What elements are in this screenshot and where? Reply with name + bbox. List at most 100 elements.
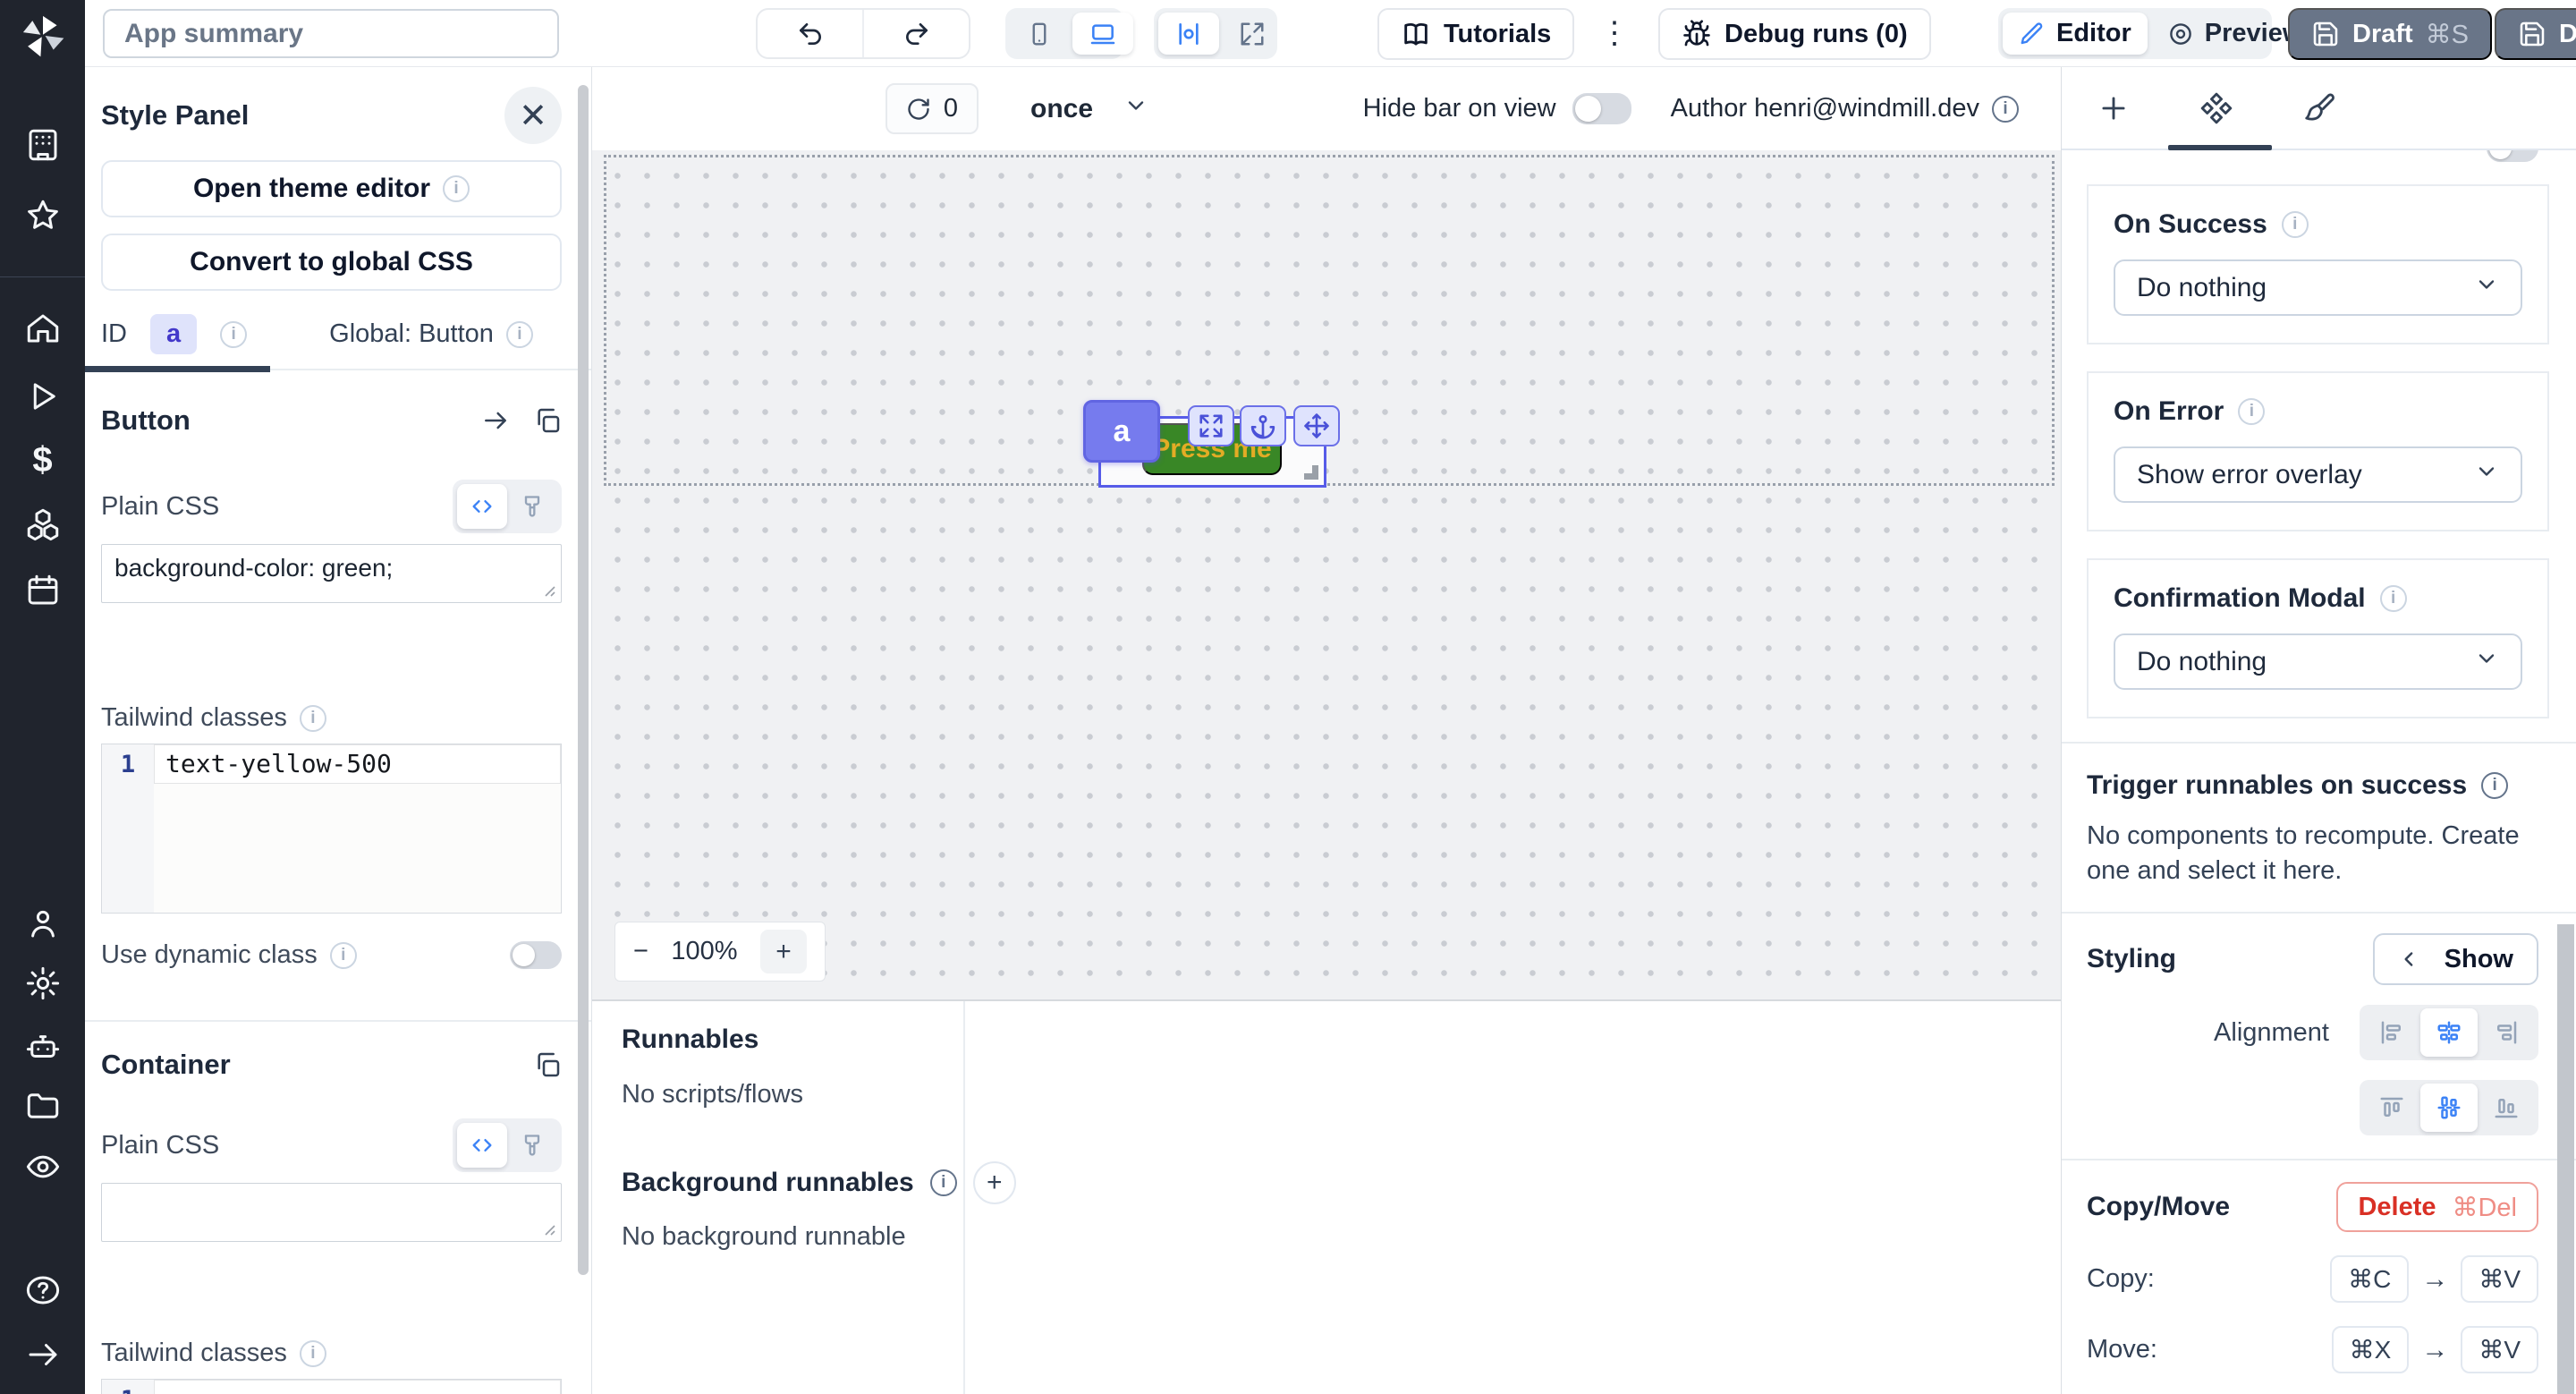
visual-mode-button[interactable]	[507, 484, 557, 529]
code-mode-button[interactable]	[457, 1123, 507, 1168]
save-icon	[2315, 23, 2336, 45]
workspace-icon[interactable]	[0, 126, 85, 164]
mobile-view-button[interactable]	[1010, 13, 1069, 55]
component-id-badge[interactable]: a	[150, 314, 197, 354]
use-dynamic-class-label: Use dynamic class	[101, 940, 318, 970]
move-icon	[1303, 412, 1330, 439]
app-canvas[interactable]: Press me a − 100% +	[592, 150, 2061, 999]
resize-grip-icon[interactable]	[539, 1220, 557, 1237]
refresh-mode-label[interactable]: once	[1030, 94, 1093, 124]
button-plain-css-input[interactable]: background-color: green;	[101, 544, 562, 603]
button-plain-css-value: background-color: green;	[114, 554, 393, 582]
expand-handle[interactable]	[1188, 405, 1234, 446]
tab-global-button[interactable]: Global: Button	[329, 319, 533, 349]
info-icon	[506, 321, 533, 348]
hide-bar-toggle[interactable]	[1572, 93, 1631, 124]
chevron-down-icon[interactable]	[1123, 93, 1148, 125]
align-center-v-icon	[2436, 1094, 2462, 1121]
vertical-align-group	[2360, 1080, 2538, 1135]
on-error-select[interactable]: Show error overlay	[2114, 446, 2522, 503]
home-icon[interactable]	[0, 310, 85, 347]
tutorials-button[interactable]: Tutorials	[1377, 8, 1574, 60]
copy-icon[interactable]	[533, 406, 562, 435]
redo-button[interactable]	[862, 10, 969, 57]
plain-css-label: Plain CSS	[101, 1131, 219, 1160]
kbd-cmd-v: ⌘V	[2461, 1326, 2538, 1373]
align-left-button[interactable]	[2363, 1008, 2420, 1057]
audit-eye-icon[interactable]	[0, 1148, 85, 1186]
resize-handle[interactable]	[1304, 465, 1318, 480]
copy-icon[interactable]	[533, 1050, 562, 1079]
workers-robot-icon[interactable]	[0, 1028, 85, 1066]
clipped-toggle[interactable]	[2487, 150, 2538, 162]
windmill-logo-icon[interactable]	[0, 11, 85, 61]
app-summary-input[interactable]	[103, 9, 559, 58]
style-panel-scrollbar[interactable]	[578, 85, 589, 1275]
collapse-arrow-icon[interactable]	[0, 1336, 85, 1373]
delete-button[interactable]: Delete ⌘Del	[2336, 1182, 2538, 1232]
add-background-runnable-button[interactable]: +	[973, 1161, 1016, 1204]
zoom-control: − 100% +	[614, 922, 826, 982]
author-label: Author henri@windmill.dev	[1671, 94, 1979, 123]
horizontal-align-group	[2360, 1005, 2538, 1060]
align-bottom-button[interactable]	[2478, 1084, 2535, 1132]
copy-move-title: Copy/Move	[2087, 1192, 2230, 1222]
open-theme-editor-button[interactable]: Open theme editor	[101, 160, 562, 217]
save-draft-button[interactable]: Draft ⌘S	[2288, 8, 2492, 60]
button-tailwind-value[interactable]: text-yellow-500	[154, 744, 561, 784]
resources-boxes-icon[interactable]	[0, 506, 85, 543]
visual-mode-button[interactable]	[507, 1123, 557, 1168]
confirmation-modal-select[interactable]: Do nothing	[2114, 633, 2522, 690]
fullwidth-canvas-button[interactable]	[1223, 13, 1282, 55]
container-tailwind-value[interactable]	[154, 1380, 561, 1394]
align-center-v-button[interactable]	[2420, 1084, 2478, 1132]
layout-toggle-group	[1154, 8, 1277, 59]
info-icon	[2282, 211, 2309, 238]
add-component-tab[interactable]	[2062, 91, 2165, 125]
users-icon[interactable]	[0, 905, 85, 942]
favorites-star-icon[interactable]	[0, 197, 85, 234]
desktop-view-button[interactable]	[1072, 13, 1133, 55]
folders-icon[interactable]	[0, 1087, 85, 1125]
schedules-calendar-icon[interactable]	[0, 572, 85, 609]
on-success-select[interactable]: Do nothing	[2114, 259, 2522, 316]
more-menu-button[interactable]: ⋮	[1599, 13, 1630, 54]
help-icon[interactable]	[0, 1271, 85, 1309]
settings-gear-icon[interactable]	[0, 965, 85, 1002]
paintbrush-icon	[520, 494, 545, 519]
zoom-in-button[interactable]: +	[760, 930, 807, 973]
runs-play-icon[interactable]	[0, 378, 85, 415]
move-handle[interactable]	[1293, 405, 1340, 446]
component-settings-tab[interactable]	[2165, 91, 2267, 125]
container-plain-css-input[interactable]	[101, 1183, 562, 1242]
deploy-button[interactable]: Deploy	[2495, 8, 2576, 60]
use-dynamic-class-toggle[interactable]	[510, 941, 562, 969]
center-canvas-button[interactable]	[1158, 13, 1219, 55]
tab-id-label[interactable]: ID	[101, 319, 127, 349]
runnables-panel: Runnables No scripts/flows Background ru…	[592, 999, 2061, 1394]
component-id-chip[interactable]: a	[1083, 400, 1160, 463]
component-styling-tab[interactable]	[2267, 91, 2370, 125]
debug-runs-button[interactable]: Debug runs (0)	[1658, 8, 1931, 60]
tab-global-label: Global: Button	[329, 319, 494, 349]
undo-button[interactable]	[758, 10, 862, 57]
variables-dollar-icon[interactable]: $	[0, 441, 85, 479]
align-top-button[interactable]	[2363, 1084, 2420, 1132]
close-icon[interactable]: ✕	[504, 87, 562, 144]
align-right-button[interactable]	[2478, 1008, 2535, 1057]
align-center-h-button[interactable]	[2420, 1008, 2478, 1057]
anchor-handle[interactable]	[1240, 405, 1286, 446]
right-panel-scrollbar[interactable]	[2557, 924, 2574, 1394]
line-number: 1	[102, 744, 154, 913]
container-tailwind-editor[interactable]: 1	[101, 1379, 562, 1394]
refresh-count-button[interactable]: 0	[886, 83, 979, 134]
convert-global-css-button[interactable]: Convert to global CSS	[101, 234, 562, 291]
arrow-right-icon[interactable]	[481, 406, 510, 435]
zoom-out-button[interactable]: −	[633, 937, 648, 966]
show-styling-button[interactable]: Show	[2373, 933, 2538, 985]
code-mode-button[interactable]	[457, 484, 507, 529]
align-center-h-icon	[2436, 1019, 2462, 1046]
button-tailwind-editor[interactable]: 1 text-yellow-500	[101, 744, 562, 914]
resize-grip-icon[interactable]	[539, 581, 557, 599]
editor-tab[interactable]: Editor	[2003, 13, 2148, 55]
